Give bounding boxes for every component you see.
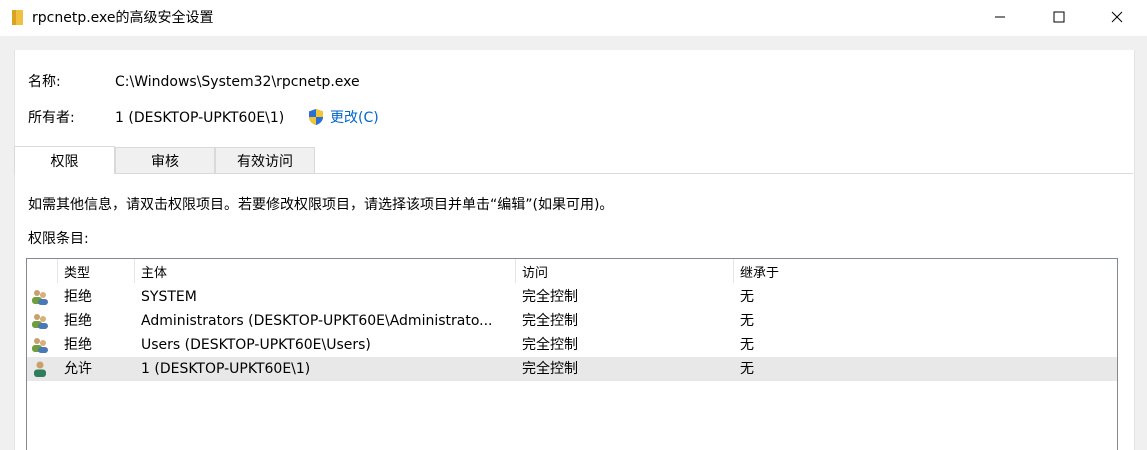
name-value: C:\Windows\System32\rpcnetp.exe	[115, 74, 360, 90]
table-row[interactable]: 拒绝 Users (DESKTOP-UPKT60E\Users) 完全控制 无	[27, 333, 1117, 357]
cell-principal: SYSTEM	[141, 289, 197, 305]
group-users-icon	[32, 314, 48, 329]
maximize-icon	[1053, 11, 1065, 23]
uac-shield-icon	[309, 109, 323, 125]
cell-inherited-from: 无	[740, 289, 754, 305]
single-user-icon	[34, 361, 46, 377]
cell-inherited-from: 无	[740, 313, 754, 329]
tabs-divider	[14, 173, 1133, 174]
cell-inherited-from: 无	[740, 337, 754, 353]
cell-access: 完全控制	[522, 361, 578, 377]
permission-entries-label: 权限条目:	[28, 231, 89, 247]
cell-principal: Users (DESKTOP-UPKT60E\Users)	[141, 337, 371, 353]
minimize-button[interactable]	[977, 0, 1023, 34]
cell-access: 完全控制	[522, 313, 578, 329]
name-label: 名称:	[28, 74, 61, 90]
change-owner-link[interactable]: 更改(C)	[330, 109, 379, 127]
cell-inherited-from: 无	[740, 361, 754, 377]
permission-entries-list[interactable]: 类型 主体 访问 继承于 拒绝 SYSTEM 完全控制 无 拒绝 Adminis…	[26, 258, 1118, 450]
table-row[interactable]: 拒绝 SYSTEM 完全控制 无	[27, 285, 1117, 309]
column-header-inherited-from[interactable]: 继承于	[740, 259, 940, 283]
close-icon	[1111, 11, 1123, 23]
maximize-button[interactable]	[1036, 0, 1082, 34]
cell-type: 拒绝	[64, 337, 92, 353]
cell-type: 拒绝	[64, 289, 92, 305]
cell-access: 完全控制	[522, 289, 578, 305]
cell-type: 允许	[64, 361, 92, 377]
group-users-icon	[32, 338, 48, 353]
window-title: rpcnetp.exe的高级安全设置	[32, 10, 214, 26]
minimize-icon	[995, 16, 1005, 18]
close-button[interactable]	[1094, 0, 1140, 34]
cell-principal: 1 (DESKTOP-UPKT60E\1)	[141, 361, 311, 377]
owner-label: 所有者:	[28, 110, 75, 126]
tab-effective-access[interactable]: 有效访问	[215, 147, 315, 173]
header-separator	[733, 259, 734, 283]
header-separator	[134, 259, 135, 283]
column-header-access[interactable]: 访问	[522, 259, 732, 283]
cell-type: 拒绝	[64, 313, 92, 329]
header-separator	[57, 259, 58, 283]
cell-principal: Administrators (DESKTOP-UPKT60E\Administ…	[141, 313, 493, 329]
table-row[interactable]: 拒绝 Administrators (DESKTOP-UPKT60E\Admin…	[27, 309, 1117, 333]
header-separator	[515, 259, 516, 283]
column-header-type[interactable]: 类型	[64, 259, 134, 283]
instruction-text: 如需其他信息，请双击权限项目。若要修改权限项目，请选择该项目并单击“编辑”(如果…	[28, 197, 614, 213]
cell-access: 完全控制	[522, 337, 578, 353]
tab-auditing[interactable]: 审核	[115, 147, 215, 173]
tab-permissions[interactable]: 权限	[14, 146, 115, 174]
title-bar: rpcnetp.exe的高级安全设置	[0, 0, 1147, 36]
column-header-principal[interactable]: 主体	[141, 259, 515, 283]
table-row[interactable]: 允许 1 (DESKTOP-UPKT60E\1) 完全控制 无	[27, 357, 1117, 381]
folder-icon	[12, 10, 23, 25]
group-users-icon	[32, 290, 48, 305]
owner-value: 1 (DESKTOP-UPKT60E\1)	[115, 110, 285, 126]
